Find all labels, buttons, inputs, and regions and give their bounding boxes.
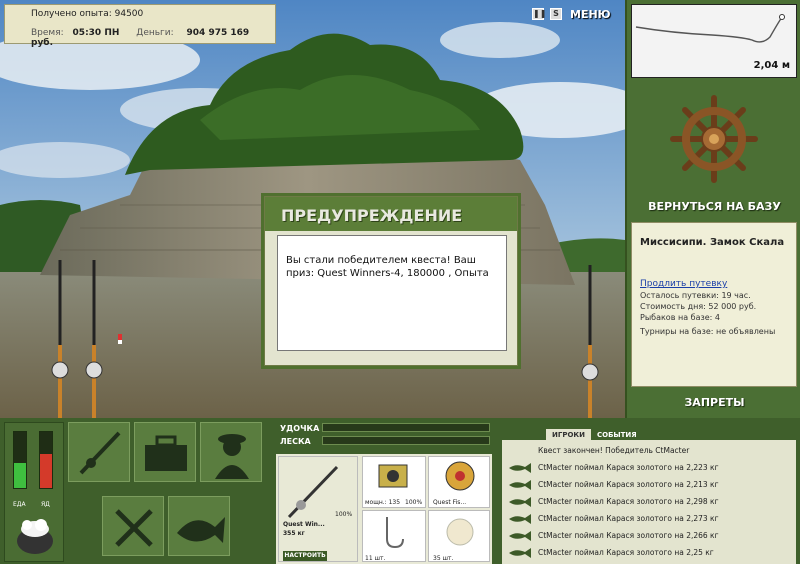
rod-image-icon bbox=[287, 465, 339, 519]
tackle-slots: Quest Win... 355 кг 100% НАСТРОИТЬ мощн.… bbox=[276, 454, 492, 564]
fish-icon bbox=[509, 497, 531, 507]
location-info-panel: Миссисипи. Замок Скала Продлить путевку … bbox=[631, 222, 797, 387]
dialog-title: ПРЕДУПРЕЖДЕНИЕ bbox=[281, 206, 463, 225]
fish-icon bbox=[509, 514, 531, 524]
fish-icon bbox=[509, 463, 531, 473]
top-toolbar: ❚❚ S МЕНЮ bbox=[532, 6, 611, 22]
player-stats: ЕДА ЯД bbox=[4, 422, 64, 562]
log-entry-text: CtMacter поймал Карася золотого на 2,223… bbox=[538, 463, 719, 472]
food-bar bbox=[13, 431, 27, 489]
tackle-box-icon bbox=[145, 435, 187, 471]
bait-slot[interactable]: 35 шт. bbox=[428, 510, 490, 562]
depth-chart: 2,04 м bbox=[631, 4, 797, 78]
log-header: Квест закончен! Победитель CtMacter bbox=[538, 446, 690, 455]
fishers-on-base: Рыбаков на базе: 4 bbox=[640, 313, 720, 322]
player-info-panel: Получено опыта: 94500 Время: 05:30 ПН Де… bbox=[4, 4, 276, 48]
time-value: 05:30 ПН bbox=[72, 28, 120, 38]
line-tension-bar bbox=[322, 436, 490, 445]
log-entry: CtMacter поймал Карася золотого на 2,273… bbox=[506, 511, 790, 527]
experience-value: 94500 bbox=[114, 9, 144, 19]
fisherman-icon bbox=[215, 434, 249, 479]
tackle-panel: УДОЧКА ЛЕСКА Quest Win... 355 кг 100% НА… bbox=[272, 418, 494, 564]
reel-power: мощн.: 135 bbox=[365, 499, 401, 506]
line-spool-icon bbox=[445, 461, 475, 491]
rod-condition: 100% bbox=[335, 511, 353, 518]
ship-wheel-icon[interactable] bbox=[669, 94, 759, 188]
fish-icon bbox=[509, 531, 531, 541]
log-entry: CtMacter поймал Карася золотого на 2,266… bbox=[506, 528, 790, 544]
cauldron-icon[interactable] bbox=[11, 513, 59, 561]
log-entry: CtMacter поймал Карася золотого на 2,298… bbox=[506, 494, 790, 510]
location-name: Миссисипи. Замок Скала bbox=[640, 237, 785, 248]
depth-value: 2,04 м bbox=[753, 60, 790, 71]
hook-icon bbox=[386, 517, 404, 549]
log-entry-text: CtMacter поймал Карася золотого на 2,273… bbox=[538, 514, 719, 523]
poison-level-fill bbox=[40, 454, 52, 488]
time-label: Время: bbox=[31, 28, 64, 38]
rods-category-button[interactable] bbox=[68, 422, 130, 482]
line-slot[interactable]: Quest Fis... bbox=[428, 456, 490, 508]
fish-icon bbox=[509, 480, 531, 490]
time-money-row: Время: 05:30 ПН Деньги: 904 975 169 руб. bbox=[31, 28, 271, 48]
bait-count: 35 шт. bbox=[433, 555, 454, 562]
food-label: ЕДА bbox=[13, 501, 26, 508]
fish-category-button[interactable] bbox=[168, 496, 230, 556]
rod-icon bbox=[79, 431, 121, 475]
rod-name: Quest Win... bbox=[283, 521, 325, 528]
day-cost: Стоимость дня: 52 000 руб. bbox=[640, 302, 757, 311]
sound-icon[interactable]: S bbox=[550, 8, 562, 20]
poison-label: ЯД bbox=[41, 501, 50, 508]
dough-bait-icon bbox=[446, 518, 474, 546]
hook-slot[interactable]: 11 шт. bbox=[362, 510, 426, 562]
extend-pass-link[interactable]: Продлить путевку bbox=[640, 279, 727, 289]
experience-label: Получено опыта: bbox=[31, 9, 112, 19]
setup-button[interactable]: НАСТРОИТЬ bbox=[283, 551, 327, 561]
inventory-categories: 1 2 3 bbox=[68, 422, 330, 562]
menu-button[interactable]: МЕНЮ bbox=[570, 8, 611, 21]
right-panel: 2,04 м ВЕРНУТЬСЯ НА БАЗУ Миссисипи. Замо… bbox=[625, 0, 800, 418]
food-level-fill bbox=[14, 462, 26, 488]
log-entry-text: CtMacter поймал Карася золотого на 2,25 … bbox=[538, 548, 714, 557]
rod-tension-bar bbox=[322, 423, 490, 432]
rod-slot[interactable]: Quest Win... 355 кг 100% НАСТРОИТЬ bbox=[278, 456, 358, 562]
dialog-header: ПРЕДУПРЕЖДЕНИЕ bbox=[265, 197, 517, 231]
log-list: Квест закончен! Победитель CtMacter CtMa… bbox=[502, 440, 796, 564]
reel-slot[interactable]: мощн.: 135 100% bbox=[362, 456, 426, 508]
rod-weight: 355 кг bbox=[283, 530, 305, 537]
log-entry-text: CtMacter поймал Карася золотого на 2,266… bbox=[538, 531, 719, 540]
line-name: Quest Fis... bbox=[433, 499, 467, 506]
log-entry: CtMacter поймал Карася золотого на 2,25 … bbox=[506, 545, 790, 561]
events-log-panel: ИГРОКИ СОБЫТИЯ Квест закончен! Победитель… bbox=[498, 418, 800, 564]
bans-button[interactable]: ЗАПРЕТЫ bbox=[627, 396, 800, 409]
warning-dialog: ПРЕДУПРЕЖДЕНИЕ Вы стали победителем квес… bbox=[264, 196, 518, 366]
dialog-message: Вы стали победителем квеста! Ваш приз: Q… bbox=[286, 255, 489, 279]
pause-icon[interactable]: ❚❚ bbox=[532, 8, 546, 20]
log-entry: CtMacter поймал Карася золотого на 2,213… bbox=[506, 477, 790, 493]
experience-row: Получено опыта: 94500 bbox=[31, 9, 143, 19]
tackle-box-category-button[interactable] bbox=[134, 422, 196, 482]
hook-count: 11 шт. bbox=[365, 555, 386, 562]
fish-icon bbox=[177, 517, 225, 543]
fisherman-category-button[interactable] bbox=[200, 422, 262, 482]
pass-remaining: Осталось путевки: 19 час. bbox=[640, 291, 751, 300]
line-tension-label: ЛЕСКА bbox=[280, 437, 311, 446]
dialog-message-box: Вы стали победителем квеста! Ваш приз: Q… bbox=[277, 235, 507, 351]
food-category-button[interactable] bbox=[102, 496, 164, 556]
fish-icon bbox=[509, 548, 531, 558]
reel-icon bbox=[378, 464, 408, 488]
game-screen: Получено опыта: 94500 Время: 05:30 ПН Де… bbox=[0, 0, 800, 564]
money-label: Деньги: bbox=[136, 28, 174, 38]
reel-condition: 100% bbox=[405, 499, 423, 506]
log-tabs: ИГРОКИ СОБЫТИЯ bbox=[546, 422, 643, 441]
rod-tension-label: УДОЧКА bbox=[280, 424, 320, 433]
knife-fork-icon bbox=[115, 509, 153, 547]
return-to-base-button[interactable]: ВЕРНУТЬСЯ НА БАЗУ bbox=[627, 200, 800, 213]
log-entry-text: CtMacter поймал Карася золотого на 2,298… bbox=[538, 497, 719, 506]
log-entry-text: CtMacter поймал Карася золотого на 2,213… bbox=[538, 480, 719, 489]
log-entry: CtMacter поймал Карася золотого на 2,223… bbox=[506, 460, 790, 476]
bottom-panel: ЕДА ЯД УДОЧКА ЛЕСКА Quest Win... 355 кг … bbox=[0, 418, 800, 564]
poison-bar bbox=[39, 431, 53, 489]
tournaments-info: Турниры на базе: не объявлены bbox=[640, 327, 776, 336]
